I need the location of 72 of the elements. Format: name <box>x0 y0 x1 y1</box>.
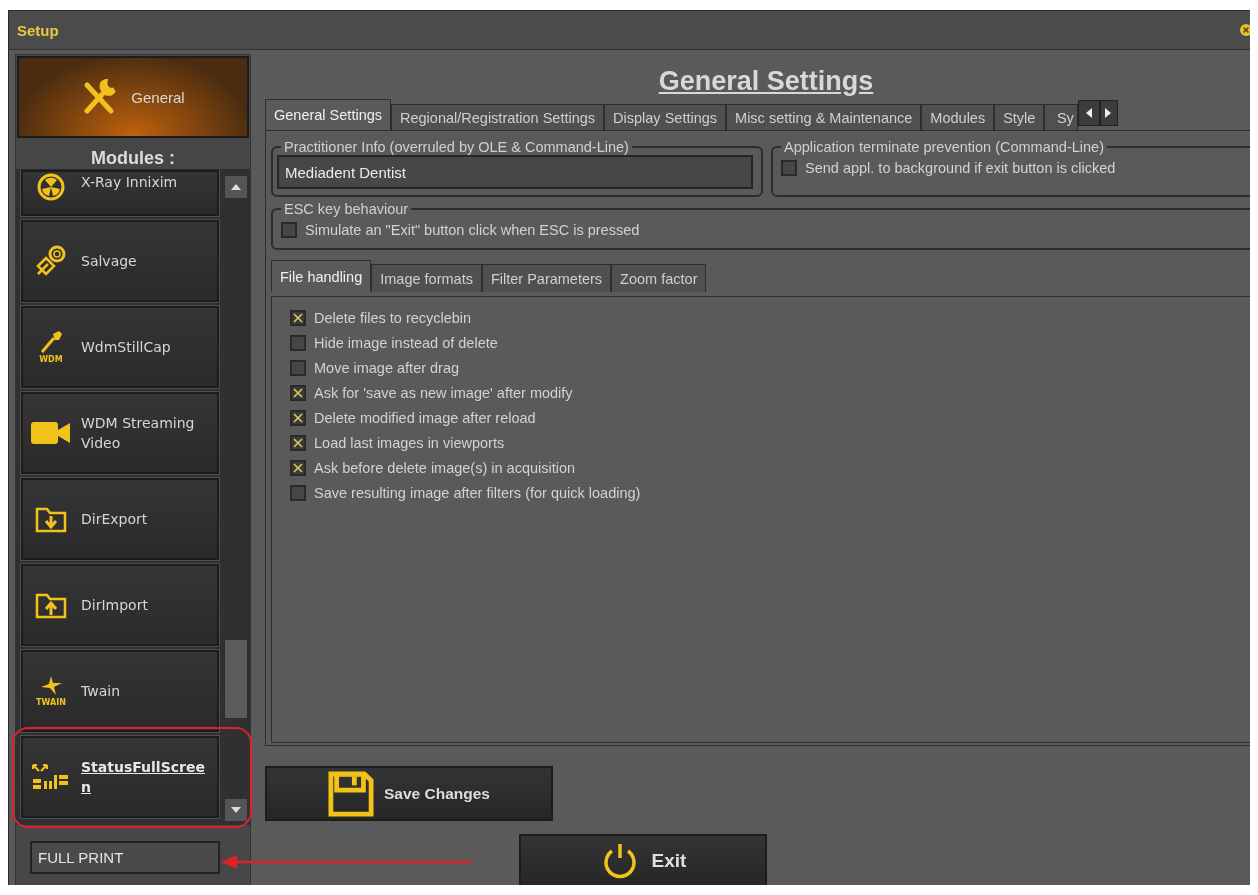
checkbox[interactable] <box>781 159 797 176</box>
pen-icon <box>39 330 63 354</box>
scrollbar-thumb[interactable] <box>225 639 247 718</box>
video-camera-icon <box>31 420 71 446</box>
module-button[interactable]: WDM WdmStillCap <box>21 306 219 388</box>
group-legend: Practitioner Info (overruled by OLE & Command-Line) <box>281 139 632 155</box>
tab[interactable]: Regional/Registration Settings <box>391 104 605 130</box>
checkbox[interactable] <box>290 359 306 376</box>
tab[interactable]: Zoom factor <box>611 264 707 292</box>
check-cross-icon <box>293 412 303 423</box>
tab[interactable]: Misc setting & Maintenance <box>726 104 922 130</box>
page-title: General Settings <box>658 66 874 96</box>
checkbox[interactable] <box>290 459 306 476</box>
tab[interactable]: Display Settings <box>604 104 727 130</box>
checkbox-label: Send appl. to background if exit button is clicked <box>805 159 1116 176</box>
floppy-disk-icon <box>328 770 374 817</box>
window-title: Setup <box>17 21 59 39</box>
text-field[interactable]: FULL PRINT <box>30 841 220 874</box>
checkbox-label: Save resulting image after filters (for quick loading) <box>314 484 641 501</box>
scroll-up-icon <box>231 184 241 190</box>
module-button[interactable]: DirImport <box>21 564 219 646</box>
checkbox[interactable] <box>290 434 306 451</box>
module-button[interactable]: TWAIN Twain <box>21 650 219 732</box>
checkbox-label: Delete files to recyclebin <box>314 309 472 326</box>
practitioner-field[interactable]: Mediadent Dentist <box>277 155 753 189</box>
scroll-down-icon <box>231 807 241 813</box>
module-button[interactable]: WDM Streaming Video <box>21 392 219 474</box>
icon-caption: WDM <box>39 355 63 364</box>
close-icon <box>1239 23 1250 37</box>
save-button[interactable]: Save Changes <box>265 766 553 821</box>
checkbox-label: Ask before delete image(s) in acquisition <box>314 459 576 476</box>
group-legend: ESC key behaviour <box>281 201 412 217</box>
module-button[interactable]: DirExport <box>21 478 219 560</box>
checkbox[interactable] <box>281 221 297 238</box>
module-button[interactable]: X-Ray Innixim <box>21 170 219 216</box>
checkbox[interactable] <box>290 384 306 401</box>
lifebuoy-scroll-icon <box>34 244 68 278</box>
scroll-right-button[interactable] <box>1100 100 1119 126</box>
exit-button[interactable]: Exit <box>519 834 767 885</box>
left-arrow-icon <box>1086 108 1093 118</box>
check-cross-icon <box>293 312 303 323</box>
tab[interactable]: Style <box>994 104 1045 130</box>
checkbox-label: Ask for 'save as new image' after modify <box>314 384 573 401</box>
tab[interactable]: Image formats <box>371 264 482 292</box>
folder-down-icon <box>35 505 67 533</box>
check-cross-icon <box>293 462 303 473</box>
scroll-left-button[interactable] <box>1078 100 1101 126</box>
group-legend: Application terminate prevention (Command-Line) <box>781 139 1107 155</box>
tab[interactable]: Sy <box>1044 104 1079 130</box>
tab[interactable]: Modules <box>921 104 995 130</box>
checkbox[interactable] <box>290 334 306 351</box>
checkbox-label: Delete modified image after reload <box>314 409 536 426</box>
tab[interactable]: General Settings <box>265 99 391 130</box>
right-arrow-icon <box>1105 108 1112 118</box>
fullscreen-bars-icon <box>31 763 71 791</box>
checkbox[interactable] <box>290 309 306 326</box>
checkbox-label: Move image after drag <box>314 359 460 376</box>
check-cross-icon <box>293 387 303 398</box>
checkbox-label: Simulate an "Exit" button click when ESC is pressed <box>305 221 640 238</box>
tab[interactable]: Filter Parameters <box>481 264 612 292</box>
checkbox[interactable] <box>290 484 306 501</box>
checkbox-label: Load last images in viewports <box>314 434 505 451</box>
module-button[interactable]: StatusFullScreen <box>21 736 219 818</box>
general-button[interactable]: General <box>17 56 249 138</box>
checkbox-label: Hide image instead of delete <box>314 334 498 351</box>
tab[interactable]: File handling <box>271 260 372 292</box>
radiation-icon <box>36 172 66 202</box>
folder-up-icon <box>35 591 67 619</box>
icon-caption: TWAIN <box>36 698 66 707</box>
checkbox[interactable] <box>290 409 306 426</box>
check-cross-icon <box>293 437 303 448</box>
module-button[interactable]: Salvage <box>21 220 219 302</box>
